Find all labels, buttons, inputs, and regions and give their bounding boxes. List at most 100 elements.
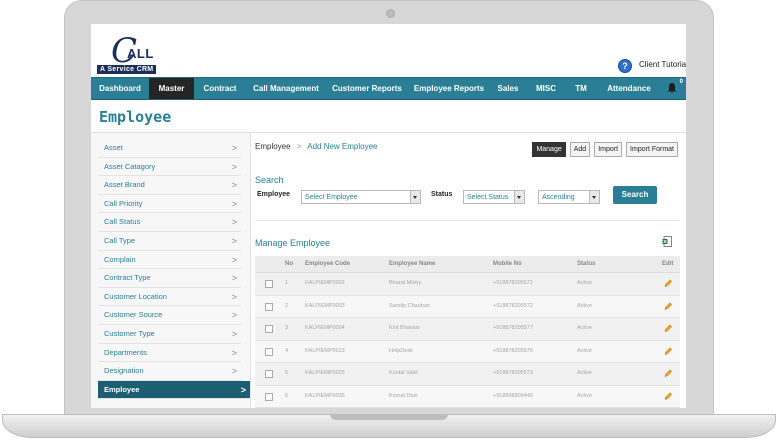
notification-bell-icon[interactable]: 0 xyxy=(662,78,684,99)
nav-dashboard[interactable]: Dashboard xyxy=(91,78,149,99)
laptop-notch xyxy=(330,414,448,420)
sidebar: Asset > Asset Catagory > Asset Brand > Call… xyxy=(91,133,251,408)
cell-no: 4 xyxy=(285,347,289,354)
main-nav: Dashboard Master Contract Call Managemen… xyxy=(91,77,686,101)
cell-no: 6 xyxy=(285,392,289,399)
toolbar: Manage Add Import Import Format xyxy=(532,142,678,157)
nav-sales[interactable]: Sales xyxy=(490,78,526,99)
manage-button[interactable]: Manage xyxy=(532,142,566,157)
chevron-right-icon: > xyxy=(231,273,237,284)
nav-employee-reports[interactable]: Employee Reports xyxy=(408,78,490,99)
column-header-no: No xyxy=(285,261,293,267)
employee-select[interactable]: Select Employee xyxy=(301,190,421,204)
chevron-right-icon: > xyxy=(231,328,237,339)
manage-employee-title: Manage Employee xyxy=(255,238,331,248)
sidebar-item-asset[interactable]: Asset > xyxy=(98,139,241,158)
sidebar-item-complain[interactable]: Complain > xyxy=(98,251,241,270)
cell-employee-name: Krunal Dazi xyxy=(389,392,418,399)
nav-contract[interactable]: Contract xyxy=(194,78,246,99)
chevron-down-icon xyxy=(514,191,524,203)
sidebar-item-customer-source[interactable]: Customer Source > xyxy=(98,306,241,325)
app-screen: C ALL A Service CRM ? Client Tutoria Das… xyxy=(91,24,686,408)
employee-select-value: Select Employee xyxy=(305,194,358,201)
table-row: 5 KALPIEMP0025 Kuntal Vakil +91887820557… xyxy=(255,363,680,386)
search-section-title: Search xyxy=(255,175,284,185)
nav-misc[interactable]: MISC xyxy=(526,78,566,99)
sidebar-item-contract-type[interactable]: Contract Type > xyxy=(98,269,241,288)
nav-call-management[interactable]: Call Management xyxy=(246,78,326,99)
column-header-status: Status xyxy=(577,261,596,267)
import-format-button[interactable]: Import Format xyxy=(626,142,678,157)
table-row: 4 KALPIEMP0013 HelpDesk +918878205576 Ac… xyxy=(255,340,680,363)
row-checkbox[interactable] xyxy=(265,392,273,401)
table-row: 3 KALPIEMP0004 Kirit Bhavsar +9188782055… xyxy=(255,318,680,341)
sidebar-item-label: Call Priority xyxy=(104,198,143,208)
table-row: 2 KALPIEMP0003 Sandip Chauhan +918878205… xyxy=(255,295,680,318)
cell-status: Active xyxy=(577,325,592,331)
cell-employee-name: Kuntal Vakil xyxy=(389,370,418,376)
edit-pencil-icon[interactable] xyxy=(663,368,673,378)
sidebar-item-departments[interactable]: Departments > xyxy=(98,344,241,363)
sidebar-item-designation[interactable]: Designation > xyxy=(98,362,241,381)
edit-pencil-icon[interactable] xyxy=(663,346,673,356)
row-checkbox[interactable] xyxy=(265,325,273,333)
add-button[interactable]: Add xyxy=(569,142,591,157)
row-checkbox[interactable] xyxy=(265,370,273,378)
cell-status: Active xyxy=(577,280,592,286)
sidebar-item-call-type[interactable]: Call Type > xyxy=(98,232,241,251)
chevron-right-icon: > xyxy=(231,235,237,246)
logo-text: ALL xyxy=(127,46,154,61)
status-select[interactable]: Select Status xyxy=(463,190,525,204)
breadcrumb-root[interactable]: Employee xyxy=(255,142,291,151)
sidebar-item-asset-catagory[interactable]: Asset Catagory > xyxy=(98,158,241,177)
cell-status: Active xyxy=(577,302,592,309)
order-select[interactable]: Ascending xyxy=(538,190,600,204)
edit-pencil-icon[interactable] xyxy=(663,301,673,311)
chevron-right-icon: > xyxy=(231,347,237,358)
sidebar-item-label: Customer Type xyxy=(104,328,155,338)
row-checkbox[interactable] xyxy=(265,302,273,311)
sidebar-item-label: Asset xyxy=(104,143,123,152)
sidebar-item-asset-brand[interactable]: Asset Brand > xyxy=(98,176,241,195)
chevron-right-icon: > xyxy=(231,180,237,191)
edit-pencil-icon[interactable] xyxy=(663,391,673,401)
table-row: 6 KALPIEMP0035 Krunal Dazi +918898809446… xyxy=(255,385,680,408)
chevron-right-icon: > xyxy=(231,217,237,228)
cell-mobile-no: +918878205577 xyxy=(493,325,533,331)
nav-customer-reports[interactable]: Customer Reports xyxy=(326,78,408,99)
row-checkbox[interactable] xyxy=(265,280,273,288)
status-label: Status xyxy=(431,191,453,198)
cell-employee-code: KALPIEMP0004 xyxy=(305,325,345,331)
cell-employee-code: KALPIEMP0035 xyxy=(305,392,345,399)
sidebar-item-call-status[interactable]: Call Status > xyxy=(98,213,241,232)
nav-attendance[interactable]: Attendance xyxy=(596,78,662,99)
sidebar-item-label: Customer Location xyxy=(104,291,167,301)
help-icon[interactable]: ? xyxy=(618,59,632,73)
nav-master[interactable]: Master xyxy=(149,78,194,99)
employee-table: No Employee Code Employee Name Mobile No… xyxy=(255,256,680,408)
sidebar-item-employee[interactable]: Employee > xyxy=(98,380,250,400)
cell-mobile-no: +918878205572 xyxy=(493,302,533,309)
logo[interactable]: C ALL A Service CRM xyxy=(97,34,159,74)
search-button[interactable]: Search xyxy=(613,186,657,204)
chevron-right-icon: > xyxy=(231,366,237,377)
column-header-mobile-no: Mobile No xyxy=(493,261,522,267)
import-button[interactable]: Import xyxy=(594,142,623,157)
chevron-right-icon: > xyxy=(296,142,302,151)
sidebar-item-customer-location[interactable]: Customer Location > xyxy=(98,288,241,307)
client-name[interactable]: Client Tutoria xyxy=(639,60,686,69)
status-select-value: Select Status xyxy=(467,194,509,201)
table-row: 1 KALPIEMP0002 Bharat Mistry +9188782055… xyxy=(255,273,680,296)
nav-tm[interactable]: TM xyxy=(566,78,596,99)
add-new-employee-link[interactable]: Add New Employee xyxy=(307,142,377,151)
edit-pencil-icon[interactable] xyxy=(663,323,673,333)
sidebar-item-customer-type[interactable]: Customer Type > xyxy=(98,325,241,344)
chevron-down-icon xyxy=(589,191,599,203)
export-excel-icon[interactable] xyxy=(662,236,672,247)
chevron-right-icon: > xyxy=(231,161,237,172)
sidebar-item-call-priority[interactable]: Call Priority > xyxy=(98,195,241,214)
edit-pencil-icon[interactable] xyxy=(663,278,673,288)
row-checkbox[interactable] xyxy=(265,347,273,356)
page-title: Employee xyxy=(99,108,172,126)
cell-no: 5 xyxy=(285,370,289,376)
